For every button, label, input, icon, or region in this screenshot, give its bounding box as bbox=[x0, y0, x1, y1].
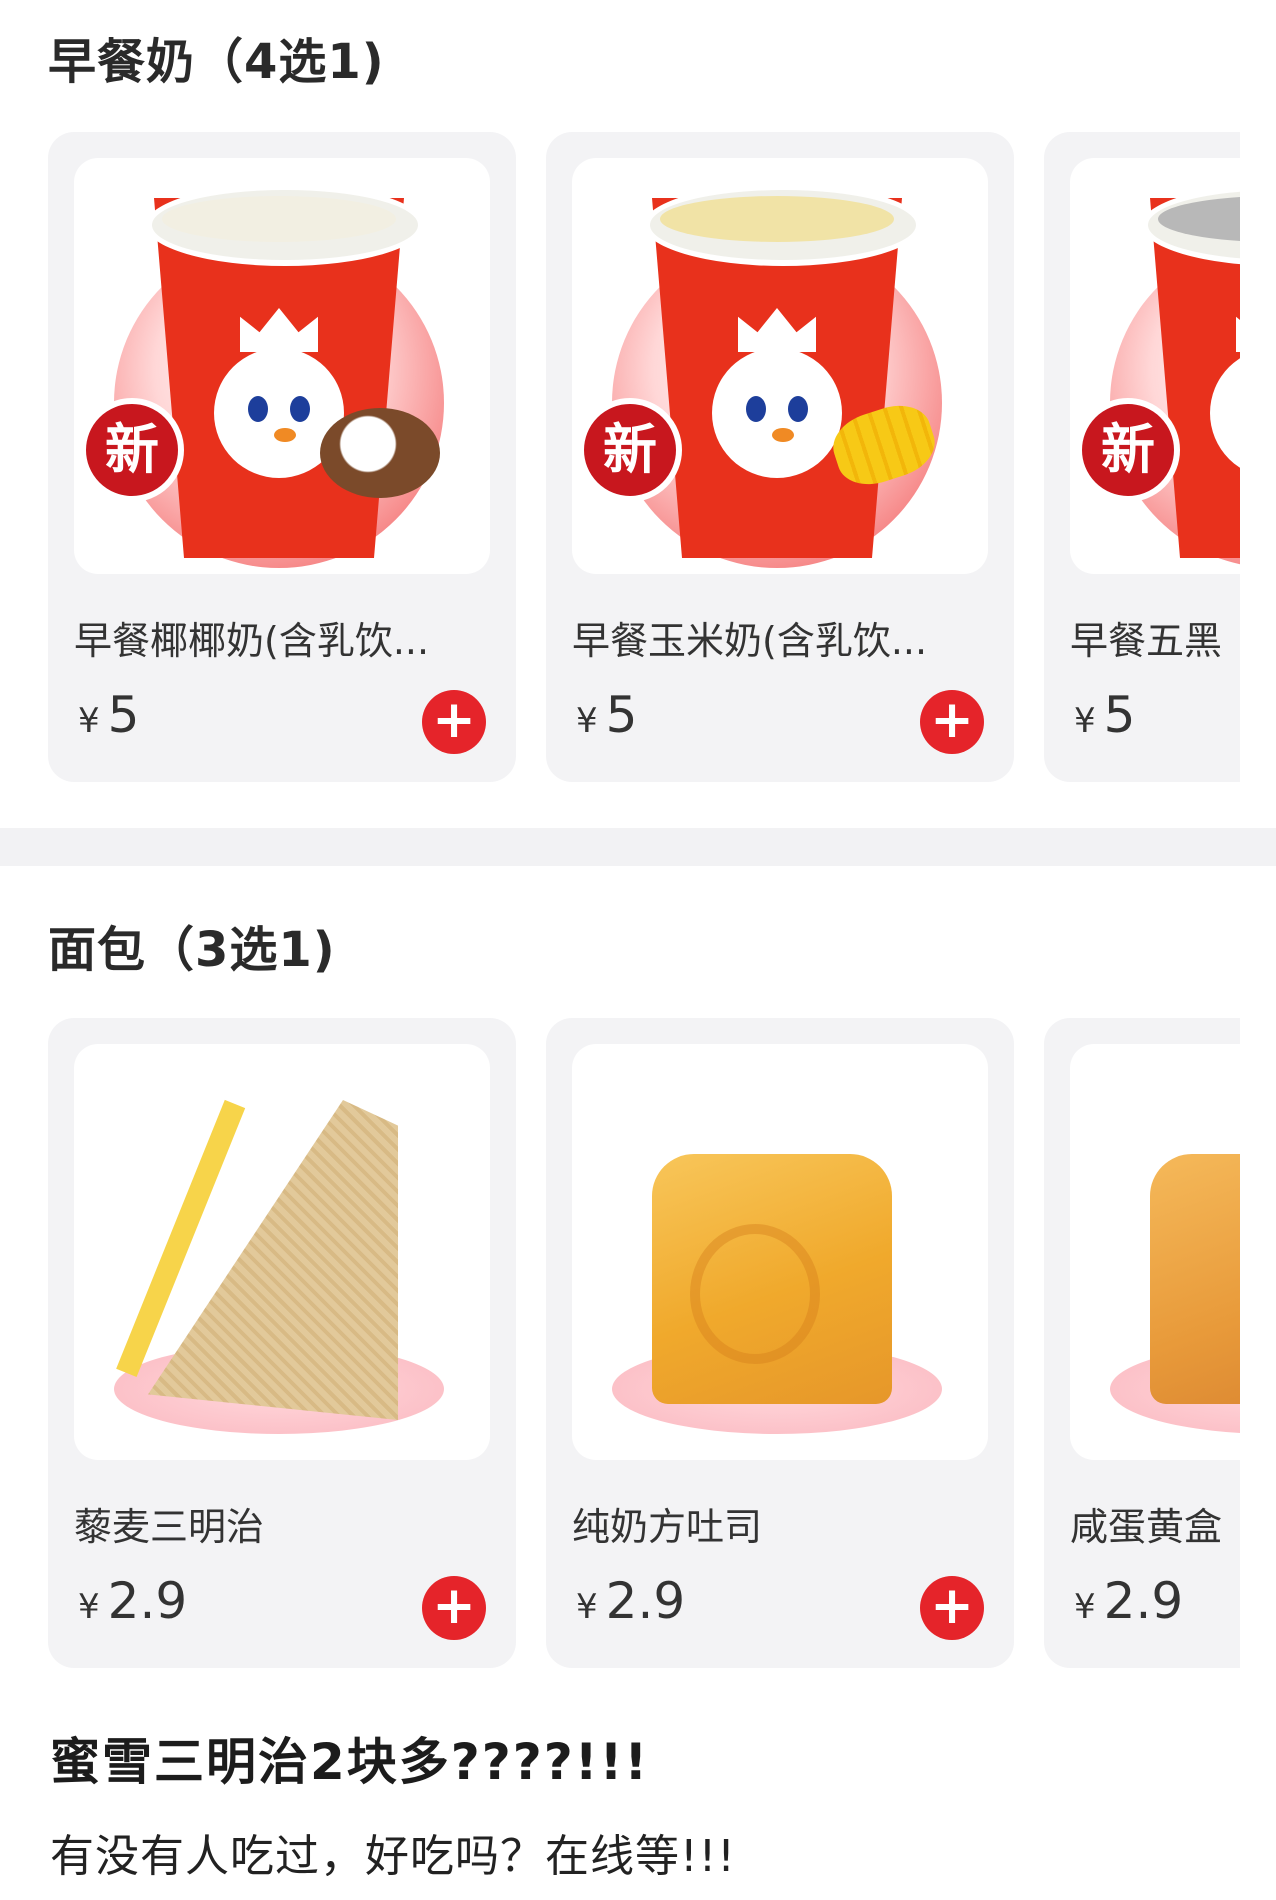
product-name[interactable]: 早餐玉米奶(含乳饮... bbox=[572, 610, 992, 665]
new-badge: 新 bbox=[578, 398, 682, 502]
price-value: 2.9 bbox=[107, 1572, 188, 1630]
product-image[interactable] bbox=[1070, 1044, 1240, 1460]
add-to-cart-button[interactable]: + bbox=[920, 1576, 984, 1640]
product-row[interactable]: 藜麦三明治 ¥2.9 + 纯奶方吐司 ¥2.9 + 咸蛋黄盒 ¥2.9 + bbox=[48, 1018, 1240, 1668]
product-price: ¥2.9 bbox=[1074, 1572, 1183, 1630]
price-value: 5 bbox=[1103, 686, 1136, 744]
product-name[interactable]: 纯奶方吐司 bbox=[572, 1496, 992, 1551]
product-name[interactable]: 早餐五黑 bbox=[1070, 610, 1240, 665]
price-value: 2.9 bbox=[1103, 1572, 1184, 1630]
add-to-cart-button[interactable]: + bbox=[920, 690, 984, 754]
section-title: 面包（3选1) bbox=[48, 922, 336, 978]
product-price: ¥2.9 bbox=[576, 1572, 685, 1630]
drink-surface bbox=[660, 196, 894, 242]
add-to-cart-button[interactable]: + bbox=[422, 690, 486, 754]
sandwich-icon bbox=[148, 1100, 398, 1420]
breakfast-milk-section: 早餐奶（4选1) 新 早餐椰椰奶(含乳饮... ¥5 + 新 早餐玉米奶(含乳饮… bbox=[0, 0, 1276, 828]
bread-section: 面包（3选1) 藜麦三明治 ¥2.9 + 纯奶方吐司 ¥2.9 + 咸蛋黄盒 ¥… bbox=[0, 866, 1276, 1680]
section-divider bbox=[0, 828, 1276, 866]
snow-king-mascot-icon bbox=[712, 348, 842, 478]
currency-symbol: ¥ bbox=[78, 701, 100, 741]
add-to-cart-button[interactable]: + bbox=[422, 1576, 486, 1640]
product-card-five-black-milk[interactable]: 新 早餐五黑 ¥5 + bbox=[1044, 132, 1240, 782]
currency-symbol: ¥ bbox=[1074, 701, 1096, 741]
currency-symbol: ¥ bbox=[576, 701, 598, 741]
drink-surface bbox=[162, 196, 396, 242]
product-image[interactable] bbox=[74, 1044, 490, 1460]
currency-symbol: ¥ bbox=[1074, 1587, 1096, 1627]
bread-icon bbox=[1150, 1154, 1240, 1404]
currency-symbol: ¥ bbox=[576, 1587, 598, 1627]
price-value: 2.9 bbox=[605, 1572, 686, 1630]
product-image[interactable]: 新 bbox=[74, 158, 490, 574]
new-badge: 新 bbox=[80, 398, 184, 502]
product-card-quinoa-sandwich[interactable]: 藜麦三明治 ¥2.9 + bbox=[48, 1018, 516, 1668]
product-card-salted-egg-yolk[interactable]: 咸蛋黄盒 ¥2.9 + bbox=[1044, 1018, 1240, 1668]
new-badge: 新 bbox=[1076, 398, 1180, 502]
product-name[interactable]: 咸蛋黄盒 bbox=[1070, 1496, 1240, 1551]
product-price: ¥2.9 bbox=[78, 1572, 187, 1630]
product-price: ¥5 bbox=[576, 686, 637, 744]
post-title: 蜜雪三明治2块多????!!! bbox=[50, 1733, 650, 1791]
product-image[interactable]: 新 bbox=[1070, 158, 1240, 574]
section-title: 早餐奶（4选1) bbox=[48, 34, 385, 90]
product-card-coconut-milk[interactable]: 新 早餐椰椰奶(含乳饮... ¥5 + bbox=[48, 132, 516, 782]
currency-symbol: ¥ bbox=[78, 1587, 100, 1627]
post-content: 蜜雪三明治2块多????!!! 有没有人吃过，好吃吗？在线等!!! bbox=[50, 1722, 1230, 1884]
coconut-icon bbox=[320, 408, 440, 498]
product-price: ¥5 bbox=[1074, 686, 1135, 744]
toast-swirl bbox=[690, 1224, 820, 1364]
product-name[interactable]: 早餐椰椰奶(含乳饮... bbox=[74, 610, 494, 665]
product-image[interactable]: 新 bbox=[572, 158, 988, 574]
price-value: 5 bbox=[605, 686, 638, 744]
post-body: 有没有人吃过，好吃吗？在线等!!! bbox=[50, 1831, 736, 1882]
product-name[interactable]: 藜麦三明治 bbox=[74, 1496, 494, 1551]
product-card-milk-toast[interactable]: 纯奶方吐司 ¥2.9 + bbox=[546, 1018, 1014, 1668]
product-card-corn-milk[interactable]: 新 早餐玉米奶(含乳饮... ¥5 + bbox=[546, 132, 1014, 782]
product-price: ¥5 bbox=[78, 686, 139, 744]
product-row[interactable]: 新 早餐椰椰奶(含乳饮... ¥5 + 新 早餐玉米奶(含乳饮... ¥5 + bbox=[48, 132, 1240, 782]
price-value: 5 bbox=[107, 686, 140, 744]
product-image[interactable] bbox=[572, 1044, 988, 1460]
